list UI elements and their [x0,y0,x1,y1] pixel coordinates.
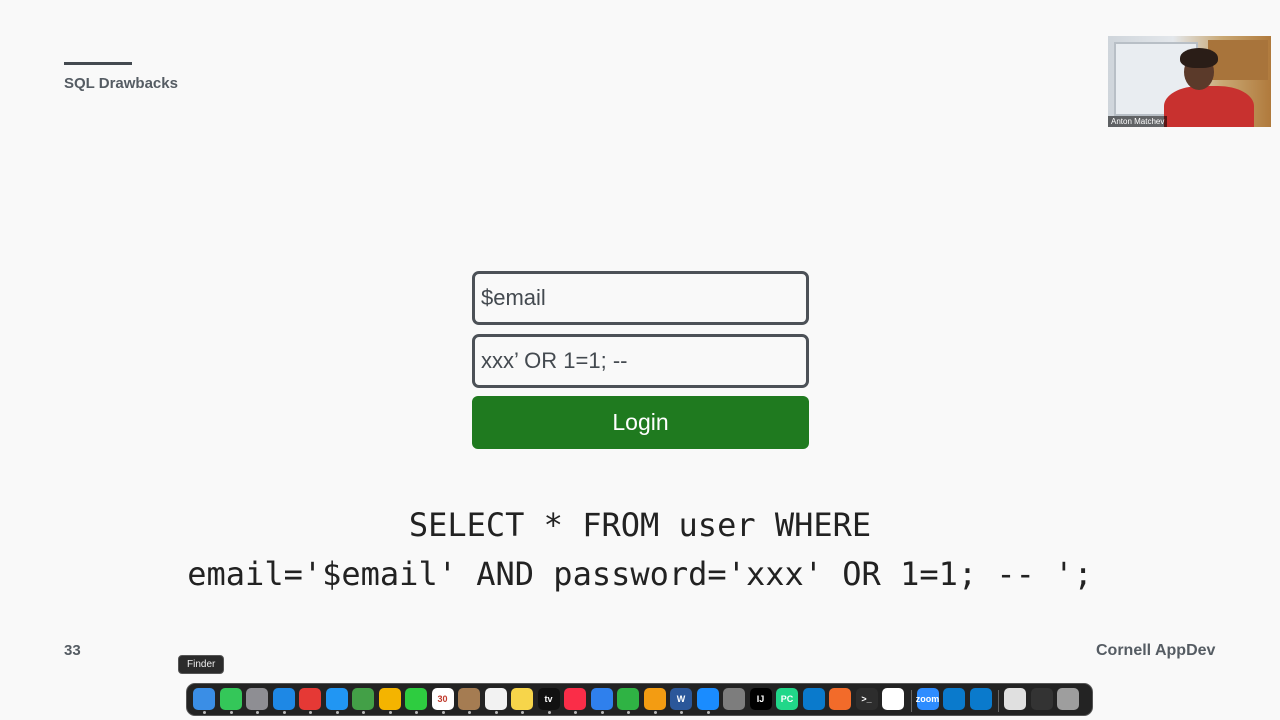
participant-video[interactable]: Anton Matchev [1108,36,1271,127]
password-field[interactable]: xxx’ OR 1=1; -- [472,334,809,388]
running-indicator [256,711,259,714]
terminal-icon[interactable]: >_ [855,688,878,710]
messages-icon[interactable] [219,688,242,710]
trash-icon[interactable] [1057,688,1079,710]
running-indicator [574,711,577,714]
slide-title-rule [64,62,132,65]
running-indicator [309,711,312,714]
numbers-icon[interactable] [617,688,639,710]
mail-icon[interactable] [325,688,348,710]
running-indicator [282,711,286,714]
dock: 30 tv W IJ PC >_ zoom [186,683,1093,716]
email-field[interactable]: $email [472,271,809,325]
running-indicator [441,711,445,714]
running-indicator [335,711,339,714]
sql-query-line-1: SELECT * FROM user WHERE [408,506,872,544]
login-button[interactable]: Login [472,396,809,449]
word-icon[interactable]: W [670,688,692,710]
maps-icon[interactable] [352,688,374,710]
running-indicator [203,711,206,714]
system-settings-icon[interactable] [723,688,745,710]
chrome-icon[interactable] [299,688,321,710]
window-preview-icon[interactable] [1030,688,1053,710]
document-icon[interactable] [1004,688,1026,710]
dock-divider [910,690,912,712]
running-indicator [494,711,498,714]
intellij-icon[interactable]: IJ [749,688,772,710]
launchpad-icon[interactable] [246,688,268,710]
calendar-icon[interactable]: 30 [431,688,454,710]
app-store-icon[interactable] [696,688,719,710]
page-number: 33 [64,642,81,659]
participant-name: Anton Matchev [1108,116,1168,127]
apple-tv-icon[interactable]: tv [537,688,560,710]
running-indicator [468,711,471,714]
email-field-value: $email [481,285,546,310]
running-indicator [706,711,710,714]
pycharm-icon[interactable]: PC [776,688,798,710]
running-indicator [547,711,551,714]
finder-icon[interactable] [193,688,215,710]
facetime-icon[interactable] [405,688,427,710]
dock-tooltip: Finder [178,655,225,674]
vscode-icon[interactable] [802,688,825,710]
running-indicator [680,711,683,714]
music-icon[interactable] [564,688,586,710]
running-indicator [388,711,392,714]
vscode-alt-icon[interactable] [969,688,992,710]
reminders-icon[interactable] [484,688,507,710]
sketch-icon[interactable] [829,688,851,710]
running-indicator [415,711,418,714]
password-field-value: xxx’ OR 1=1; -- [481,348,628,373]
zoom-icon[interactable]: zoom [916,688,939,710]
slide-title: SQL Drawbacks [64,75,178,92]
slack-icon[interactable] [882,688,904,710]
running-indicator [627,711,630,714]
running-indicator [362,711,365,714]
dock-divider [998,690,999,712]
running-indicator [521,711,524,714]
participant-hair [1180,48,1218,68]
pages-icon[interactable] [643,688,666,710]
safari-icon[interactable] [272,688,295,710]
participant-body [1164,86,1254,127]
keynote-icon[interactable] [590,688,613,710]
brand-footer: Cornell AppDev [1096,642,1216,659]
vscode-insiders-icon[interactable] [943,688,965,710]
sql-query-line-2: email='$email' AND password='xxx' OR 1=1… [187,555,1093,593]
running-indicator [229,711,233,714]
running-indicator [600,711,604,714]
running-indicator [653,711,657,714]
contacts-icon[interactable] [458,688,480,710]
notes-icon[interactable] [511,688,533,710]
photos-icon[interactable] [378,688,401,710]
